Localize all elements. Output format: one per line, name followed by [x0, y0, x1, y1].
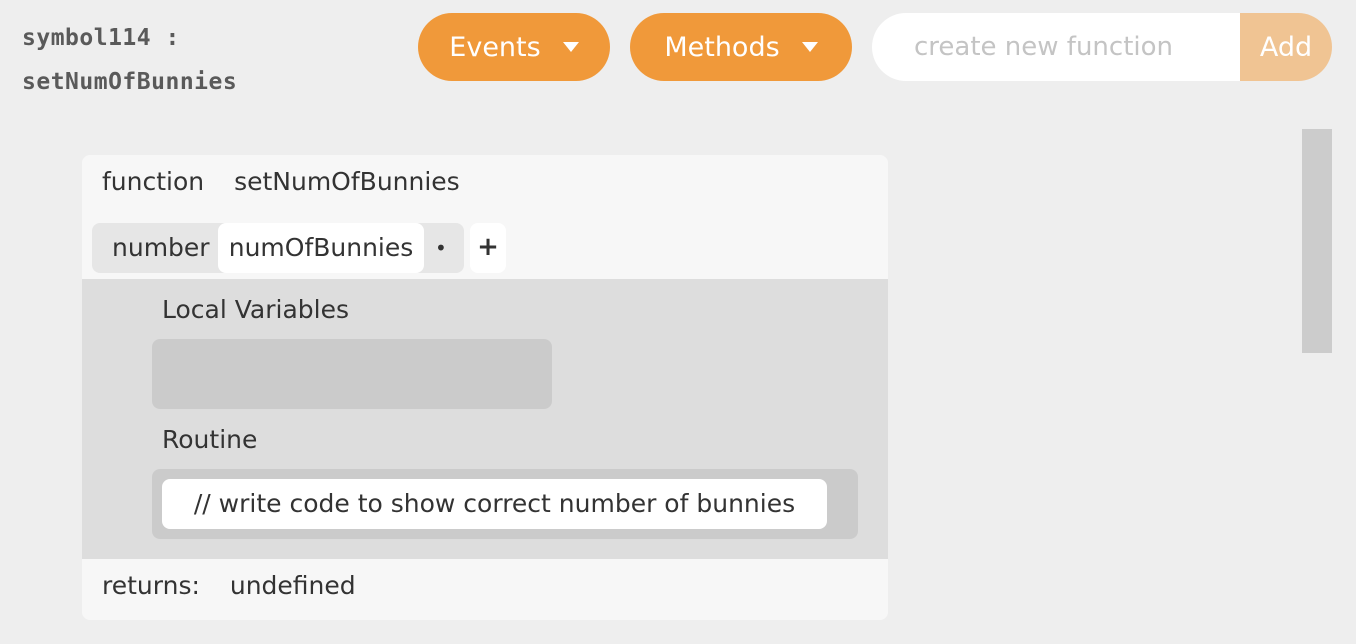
methods-label: Methods	[664, 31, 780, 63]
function-keyword: function	[102, 167, 205, 196]
new-function-input[interactable]	[872, 13, 1240, 81]
add-parameter-button[interactable]: +	[470, 223, 506, 273]
events-label: Events	[449, 31, 541, 63]
symbol-title: symbol114 : setNumOfBunnies	[22, 16, 237, 104]
scrollbar-thumb[interactable]	[1302, 129, 1332, 353]
parameter: number numOfBunnies •	[92, 223, 464, 273]
new-function-form: Add	[872, 13, 1332, 81]
function-header: function setNumOfBunnies	[102, 167, 460, 197]
symbol-function-name: setNumOfBunnies	[22, 69, 238, 95]
returns-label: returns:	[102, 571, 200, 600]
parameter-handle-icon[interactable]: •	[435, 223, 447, 273]
function-name[interactable]: setNumOfBunnies	[234, 167, 460, 196]
returns-value[interactable]: undefined	[230, 571, 356, 600]
local-variables-label: Local Variables	[162, 295, 349, 324]
routine-label: Routine	[162, 425, 258, 454]
caret-down-icon	[562, 42, 579, 52]
returns-row: returns: undefined	[102, 571, 356, 601]
caret-down-icon	[801, 42, 818, 52]
events-dropdown-button[interactable]: Events	[418, 13, 610, 81]
local-variables-dropzone[interactable]	[152, 339, 552, 409]
parameter-name[interactable]: numOfBunnies	[218, 223, 424, 273]
routine-code-line[interactable]: // write code to show correct number of …	[162, 479, 827, 529]
function-card: function setNumOfBunnies number numOfBun…	[82, 155, 888, 620]
symbol-label: symbol114 :	[22, 25, 180, 51]
routine-container: // write code to show correct number of …	[152, 469, 858, 539]
function-body: Local Variables Routine // write code to…	[82, 279, 888, 559]
methods-dropdown-button[interactable]: Methods	[630, 13, 852, 81]
add-function-button[interactable]: Add	[1240, 13, 1332, 81]
parameter-type[interactable]: number	[112, 223, 210, 273]
